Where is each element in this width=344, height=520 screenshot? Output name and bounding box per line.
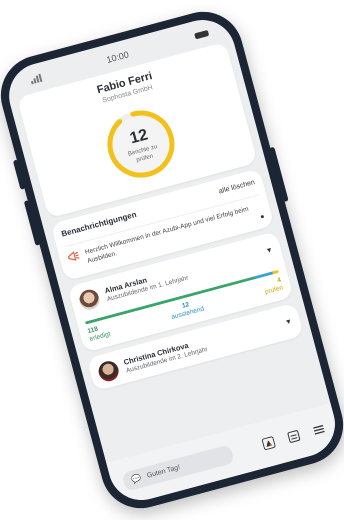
chat-icon: 💬 <box>130 473 143 485</box>
bottom-bar: 💬 Guten Tag! <box>106 402 343 508</box>
megaphone-icon <box>67 250 81 263</box>
volume-up-button <box>12 159 26 190</box>
unread-dot <box>260 214 265 219</box>
stat-review: 4 prüfen <box>264 276 284 297</box>
app-logo-icon[interactable] <box>261 436 276 451</box>
clear-all-button[interactable]: alle löschen <box>218 179 256 195</box>
avatar <box>77 287 102 312</box>
report-icon[interactable] <box>286 429 301 444</box>
chevron-down-icon[interactable]: ▼ <box>265 247 274 256</box>
stat-done: 118 erledigt <box>86 325 112 344</box>
stat-pending: 12 ausstehend <box>170 301 205 322</box>
phone-screen: 10:00 Fabio Ferri Sophosta GmbH 12 Beric… <box>1 12 343 508</box>
reports-ring[interactable]: 12 Berichte zu prüfen <box>94 98 187 191</box>
chevron-down-icon[interactable]: ▼ <box>284 318 293 327</box>
progress-pending <box>255 271 274 279</box>
progress-review <box>272 269 279 275</box>
greeting-label: Guten Tag! <box>146 463 181 480</box>
greeting-chip[interactable]: 💬 Guten Tag! <box>121 443 235 492</box>
avatar <box>96 358 121 384</box>
menu-icon[interactable] <box>312 422 327 437</box>
phone-frame: 10:00 Fabio Ferri Sophosta GmbH 12 Beric… <box>0 2 344 518</box>
